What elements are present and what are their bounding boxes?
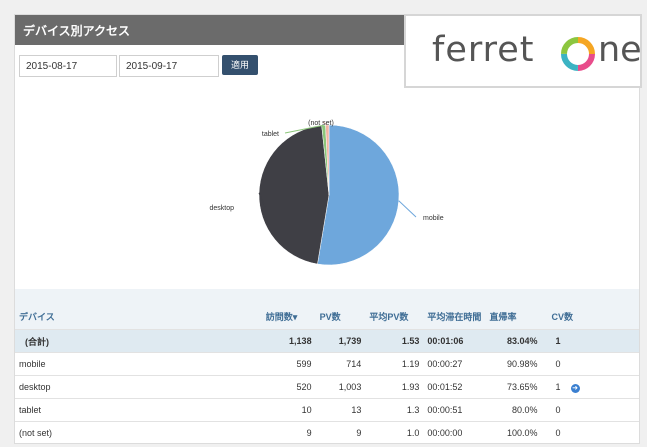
table-header-row: デバイス 訪問数▾ PV数 平均PV数 平均滞在時間 直帰率 CV数 — [15, 289, 639, 330]
pie-label: tablet — [262, 131, 279, 138]
cell-avg-pv: 1.93 — [365, 375, 424, 399]
cell-bounce: 73.65% — [485, 375, 542, 399]
cell-visits: 9 — [261, 421, 316, 444]
pie-label: (not set) — [308, 120, 334, 127]
pie-label: mobile — [423, 215, 444, 222]
cell-cv: 1 — [541, 329, 639, 353]
cell-device: (合計) — [15, 329, 262, 353]
cell-avg-duration: 00:01:06 — [423, 329, 486, 353]
logo-text-left: ferret — [432, 30, 535, 70]
cell-avg-duration: 00:00:51 — [423, 398, 486, 422]
cell-visits: 10 — [261, 398, 316, 422]
cell-pv: 1,739 — [315, 329, 366, 353]
table-total-row: (合計) 1,138 1,739 1.53 00:01:06 83.04% 1 — [15, 329, 639, 353]
cell-avg-pv: 1.0 — [365, 421, 424, 444]
logo-text-right: ne — [598, 30, 642, 70]
header-avg-duration[interactable]: 平均滞在時間 — [423, 289, 486, 330]
cell-avg-duration: 00:01:52 — [423, 375, 486, 399]
cell-avg-duration: 00:00:27 — [423, 352, 486, 376]
cell-device: desktop — [15, 375, 262, 399]
arrow-right-icon[interactable]: ➜ — [570, 383, 580, 393]
header-bounce[interactable]: 直帰率 — [485, 289, 542, 330]
table-row: desktop 520 1,003 1.93 00:01:52 73.65% 1 ➜ — [15, 375, 639, 399]
header-device[interactable]: デバイス — [15, 289, 262, 330]
pie-slice-desktop[interactable] — [258, 125, 330, 265]
cell-pv: 13 — [315, 398, 366, 422]
date-to-input[interactable]: 2015-09-17 — [119, 55, 219, 77]
cell-cv: 0 — [541, 421, 639, 444]
cell-bounce: 83.04% — [485, 329, 542, 353]
header-cv[interactable]: CV数 — [541, 289, 639, 330]
pie-slice-mobile[interactable] — [317, 124, 400, 266]
header-pv[interactable]: PV数 — [315, 289, 366, 330]
cell-device: tablet — [15, 398, 262, 422]
cell-device: (not set) — [15, 421, 262, 444]
apply-button[interactable]: 適用 — [222, 55, 258, 75]
pie-label: desktop — [209, 205, 234, 212]
ferret-one-logo: ferret ne — [404, 14, 642, 88]
cell-cv: 0 — [541, 352, 639, 376]
table-row: tablet 10 13 1.3 00:00:51 80.0% 0 — [15, 398, 639, 422]
device-table: デバイス 訪問数▾ PV数 平均PV数 平均滞在時間 直帰率 CV数 (合計) 1… — [15, 289, 639, 444]
cell-visits: 520 — [261, 375, 316, 399]
cell-avg-pv: 1.53 — [365, 329, 424, 353]
cell-bounce: 100.0% — [485, 421, 542, 444]
cell-bounce: 80.0% — [485, 398, 542, 422]
header-visits[interactable]: 訪問数▾ — [261, 289, 316, 330]
panel-title: デバイス別アクセス — [23, 24, 131, 38]
table-row: (not set) 9 9 1.0 00:00:00 100.0% 0 — [15, 421, 639, 444]
device-access-panel: デバイス別アクセス 2015-08-17 2015-09-17 適用 ferre… — [14, 14, 642, 444]
cell-pv: 714 — [315, 352, 366, 376]
date-from-input[interactable]: 2015-08-17 — [19, 55, 117, 77]
cell-cv: 1 ➜ — [541, 375, 639, 399]
table-row: mobile 599 714 1.19 00:00:27 90.98% 0 — [15, 352, 639, 376]
cell-visits: 599 — [261, 352, 316, 376]
cell-bounce: 90.98% — [485, 352, 542, 376]
logo-ring-icon — [561, 37, 595, 71]
cell-cv: 0 — [541, 398, 639, 422]
cell-avg-pv: 1.19 — [365, 352, 424, 376]
header-avg-pv[interactable]: 平均PV数 — [365, 289, 424, 330]
cell-visits: 1,138 — [261, 329, 316, 353]
cell-avg-pv: 1.3 — [365, 398, 424, 422]
cell-pv: 1,003 — [315, 375, 366, 399]
cell-device: mobile — [15, 352, 262, 376]
cell-avg-duration: 00:00:00 — [423, 421, 486, 444]
pie-leader-line — [398, 200, 417, 218]
cell-pv: 9 — [315, 421, 366, 444]
device-pie-chart: mobile desktop tablet (not set) — [209, 120, 444, 266]
